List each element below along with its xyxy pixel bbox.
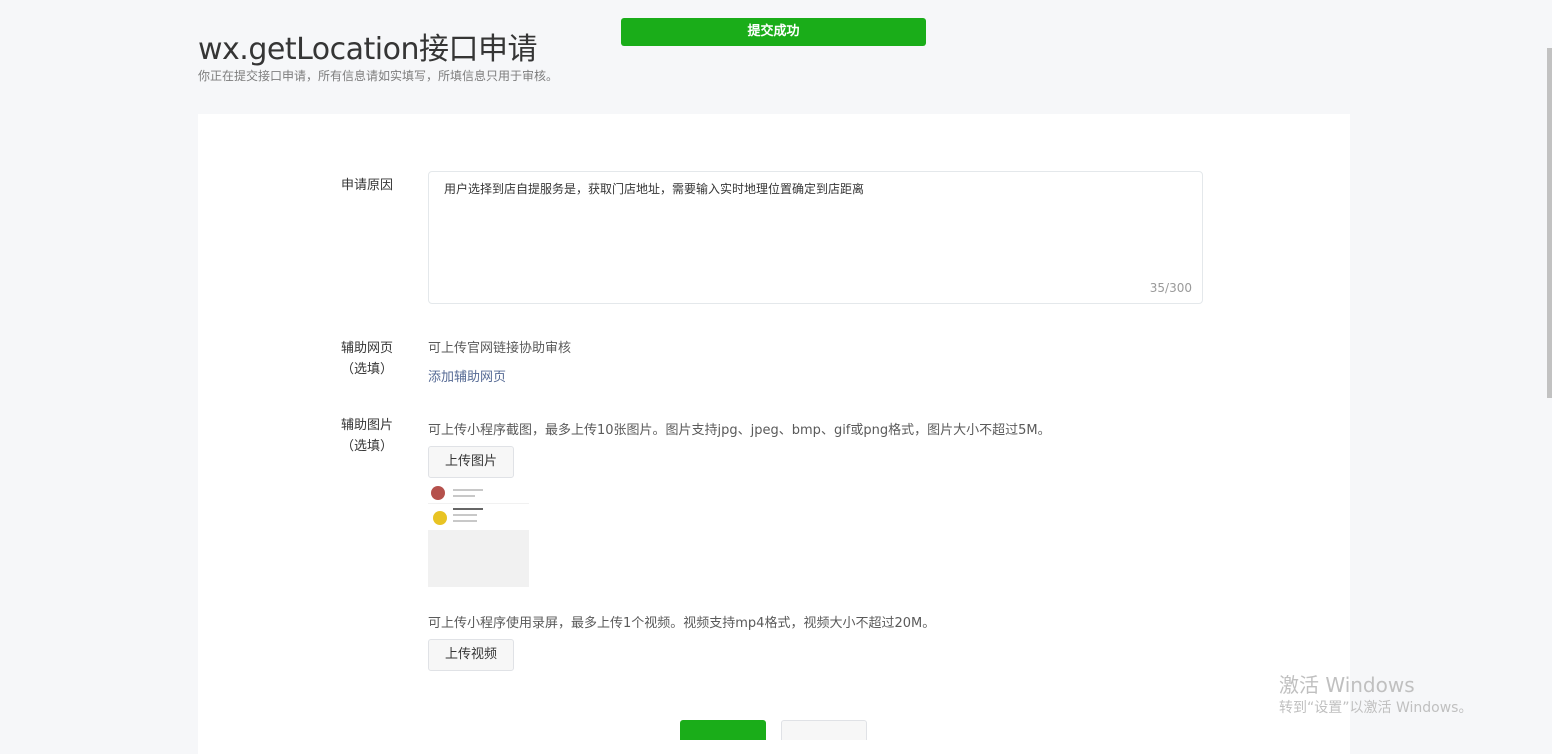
webpage-label-line1: 辅助网页 — [340, 341, 393, 356]
page-scrollbar[interactable] — [1547, 48, 1552, 398]
add-webpage-link[interactable]: 添加辅助网页 — [428, 366, 506, 385]
page-title: wx.getLocation接口申请 — [198, 32, 537, 67]
windows-activation-title: 激活 Windows — [1279, 673, 1415, 697]
webpage-hint: 可上传官网链接协助审核 — [428, 341, 572, 356]
images-label: 辅助图片 （选填） — [322, 415, 412, 457]
thumbnail-line — [453, 495, 475, 497]
thumbnail-line — [453, 508, 483, 510]
thumbnail-line — [453, 514, 477, 516]
thumbnail-avatar — [431, 486, 445, 500]
success-toast: 提交成功 — [621, 18, 926, 46]
video-hint: 可上传小程序使用录屏，最多上传1个视频。视频支持mp4格式，视频大小不超过20M… — [428, 616, 936, 631]
reason-value: 用户选择到店自提服务是，获取门店地址，需要输入实时地理位置确定到店距离 — [444, 182, 865, 196]
uploaded-image-thumbnail[interactable] — [428, 483, 529, 587]
submit-button[interactable] — [680, 720, 766, 740]
images-label-line2: （选填） — [340, 439, 393, 454]
thumbnail-row — [428, 504, 529, 530]
webpage-label-line2: （选填） — [340, 362, 393, 377]
upload-image-button[interactable]: 上传图片 — [428, 446, 514, 478]
page-subtitle: 你正在提交接口申请，所有信息请如实填写，所填信息只用于审核。 — [198, 69, 559, 83]
upload-video-button[interactable]: 上传视频 — [428, 639, 514, 671]
thumbnail-line — [453, 489, 483, 491]
reason-char-counter: 35/300 — [1149, 281, 1192, 295]
reason-label-text: 申请原因 — [340, 178, 393, 193]
reason-textarea[interactable]: 用户选择到店自提服务是，获取门店地址，需要输入实时地理位置确定到店距离 35/3… — [428, 171, 1203, 304]
webpage-label: 辅助网页 （选填） — [322, 338, 412, 380]
reason-label: 申请原因 — [322, 175, 412, 196]
thumbnail-line — [453, 520, 477, 522]
thumbnail-avatar — [433, 511, 447, 525]
windows-activation-subtitle: 转到“设置”以激活 Windows。 — [1279, 700, 1473, 716]
images-hint: 可上传小程序截图，最多上传10张图片。图片支持jpg、jpeg、bmp、gif或… — [428, 423, 1051, 438]
thumbnail-row — [428, 483, 529, 503]
cancel-button[interactable] — [781, 720, 867, 740]
images-label-line1: 辅助图片 — [340, 418, 393, 433]
